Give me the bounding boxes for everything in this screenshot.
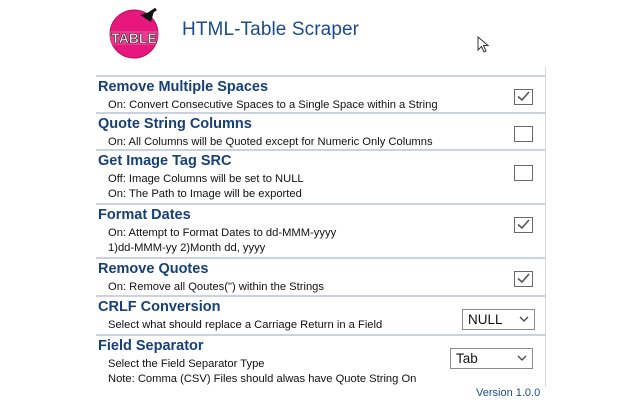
selected-value: NULL xyxy=(468,312,503,327)
option-description: On: Remove all Qoutes(") within the Stri… xyxy=(108,281,324,293)
options-panel: Remove Multiple Spaces On: Convert Conse… xyxy=(96,67,546,387)
remove-quotes-checkbox[interactable] xyxy=(514,271,533,287)
remove-multiple-spaces-checkbox[interactable] xyxy=(514,89,533,105)
option-field-separator: Field Separator Select the Field Separat… xyxy=(96,334,546,388)
option-title: Remove Multiple Spaces xyxy=(98,79,269,95)
option-description: Note: Comma (CSV) Files should alwas hav… xyxy=(108,373,417,385)
option-crlf-conversion: CRLF Conversion Select what should repla… xyxy=(96,295,546,335)
crlf-conversion-select[interactable]: NULL xyxy=(462,309,535,330)
option-title: Quote String Columns xyxy=(98,116,252,132)
option-remove-multiple-spaces: Remove Multiple Spaces On: Convert Conse… xyxy=(96,75,546,115)
app-title: HTML-Table Scraper xyxy=(182,19,360,40)
version-label: Version 1.0.0 xyxy=(476,387,541,399)
option-description: Select what should replace a Carriage Re… xyxy=(108,319,383,331)
option-title: Field Separator xyxy=(98,338,204,354)
option-description: On: The Path to Image will be exported xyxy=(108,188,302,200)
selected-value: Tab xyxy=(456,351,478,366)
option-description: Select the Field Separator Type xyxy=(108,358,265,370)
format-dates-checkbox[interactable] xyxy=(514,217,533,233)
logo-text: TABLE xyxy=(111,30,157,46)
option-description: 1)dd-MMM-yy 2)Month dd, yyyy xyxy=(108,242,266,254)
option-remove-quotes: Remove Quotes On: Remove all Qoutes(") w… xyxy=(96,257,546,295)
option-title: Get Image Tag SRC xyxy=(98,153,232,169)
checkmark-icon xyxy=(517,91,530,102)
option-get-image-tag-src: Get Image Tag SRC Off: Image Columns wil… xyxy=(96,149,546,203)
table-logo-icon: TABLE xyxy=(108,7,160,59)
field-separator-select[interactable]: Tab xyxy=(450,348,533,369)
mouse-pointer-icon xyxy=(477,35,491,54)
option-description: On: Convert Consecutive Spaces to a Sing… xyxy=(108,99,438,111)
option-title: Remove Quotes xyxy=(98,261,209,277)
quote-string-columns-checkbox[interactable] xyxy=(514,126,533,142)
option-description: Off: Image Columns will be set to NULL xyxy=(108,173,304,185)
option-title: CRLF Conversion xyxy=(98,299,221,315)
checkmark-icon xyxy=(517,219,530,230)
checkmark-icon xyxy=(517,273,530,284)
option-quote-string-columns: Quote String Columns On: All Columns wil… xyxy=(96,112,546,150)
option-description: On: Attempt to Format Dates to dd-MMM-yy… xyxy=(108,227,337,239)
chevron-down-icon xyxy=(519,316,529,322)
app-logo: TABLE xyxy=(104,7,164,60)
get-image-tag-src-checkbox[interactable] xyxy=(514,165,533,181)
option-title: Format Dates xyxy=(98,207,191,223)
chevron-down-icon xyxy=(517,355,527,361)
option-description: On: All Columns will be Quoted except fo… xyxy=(108,136,433,148)
option-format-dates: Format Dates On: Attempt to Format Dates… xyxy=(96,203,546,257)
